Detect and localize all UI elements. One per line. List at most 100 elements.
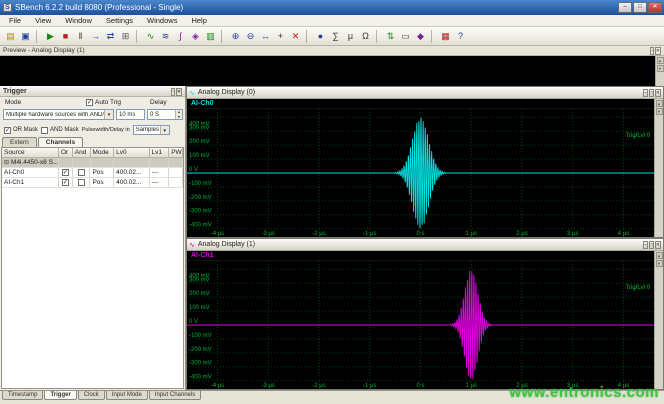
loop-run-icon[interactable]: ⇄ <box>103 29 118 44</box>
analog-display-1-scrollbar[interactable]: ▲▼ <box>654 251 663 389</box>
single-run-icon[interactable]: → <box>88 29 103 44</box>
trigger-panel-float-button[interactable]: ▫ <box>171 88 175 96</box>
display-0-close-button[interactable]: ✕ <box>655 89 661 97</box>
tab-channels[interactable]: Channels <box>38 137 83 147</box>
display-0-scroll-down-button[interactable]: ▼ <box>656 108 663 115</box>
help-icon[interactable]: ? <box>453 29 468 44</box>
lv1-cell[interactable]: --- <box>150 168 170 177</box>
start-acquisition-icon[interactable]: ▶ <box>43 29 58 44</box>
histogram-display-icon[interactable]: ▥ <box>203 29 218 44</box>
table-row[interactable]: AI-Ch0✓Pos400.02...--- <box>2 168 183 178</box>
tab-extern[interactable]: Extern <box>2 137 37 147</box>
menu-item-file[interactable]: File <box>2 16 28 25</box>
menu-item-window[interactable]: Window <box>58 16 99 25</box>
settings-icon[interactable]: ◆ <box>413 29 428 44</box>
xy-display-icon[interactable]: ◈ <box>188 29 203 44</box>
preview-scroll-down-button[interactable]: ▼ <box>657 65 664 72</box>
export-data-icon[interactable]: ⇅ <box>383 29 398 44</box>
or-checkbox[interactable]: ✓ <box>62 179 69 186</box>
calculation-icon[interactable]: ∑ <box>328 29 343 44</box>
menu-item-help[interactable]: Help <box>184 16 213 25</box>
spectrum-display-icon[interactable]: ∫ <box>173 29 188 44</box>
filter-calc-icon[interactable]: Ω <box>358 29 373 44</box>
trigger-panel-caption[interactable]: Trigger ▫✕ <box>0 86 185 97</box>
pause-acquisition-icon[interactable]: ‖ <box>73 29 88 44</box>
trigger-panel-close-button[interactable]: ✕ <box>176 88 182 96</box>
open-file-icon[interactable]: ▤ <box>3 29 18 44</box>
close-button[interactable]: ✕ <box>648 2 662 13</box>
pw-cell[interactable] <box>169 178 183 187</box>
bottom-tab-input-mode[interactable]: Input Mode <box>106 391 148 400</box>
mode-cell[interactable]: Pos <box>90 178 114 187</box>
spin-down-icon[interactable]: ▼ <box>176 115 182 120</box>
print-icon[interactable]: ▭ <box>398 29 413 44</box>
and-checkbox[interactable] <box>78 169 85 176</box>
hardware-setup-icon[interactable]: ⊞ <box>118 29 133 44</box>
stop-acquisition-icon[interactable]: ■ <box>58 29 73 44</box>
display-1-close-button[interactable]: ✕ <box>655 241 661 249</box>
waveform-canvas-0[interactable]: 400 mV300 mV200 mV100 mV0 V-100 mV-200 m… <box>187 109 654 237</box>
auto-trig-checkbox[interactable]: ✓ <box>86 99 93 106</box>
bottom-tab-timestamp[interactable]: Timestamp <box>2 391 43 400</box>
pw-cell[interactable] <box>169 168 183 177</box>
zoom-fit-icon[interactable]: ↔ <box>258 29 273 44</box>
analog-display-0-plot[interactable]: 400 mV300 mV200 mV100 mV0 V-100 mV-200 m… <box>187 109 654 237</box>
lv0-cell[interactable]: 400.02... <box>114 168 149 177</box>
analog-display-1-plot[interactable]: 400 mV300 mV200 mV100 mV0 V-100 mV-200 m… <box>187 261 654 389</box>
analog-display-0-titlebar[interactable]: ∿ Analog Display (0) –□✕ <box>187 87 663 99</box>
trigger-mode-select[interactable]: Multiple hardware sources with AND/OR ▼ <box>3 109 114 120</box>
mode-cell[interactable]: Pos <box>90 168 114 177</box>
auto-trig-timeout-field[interactable]: 10 ms <box>116 109 145 120</box>
display-0-maximize-button[interactable]: □ <box>649 89 654 97</box>
chevron-down-icon[interactable]: ▼ <box>104 110 113 119</box>
info-view-icon[interactable]: ● <box>313 29 328 44</box>
toolbar-separator <box>136 30 141 43</box>
bottom-tab-trigger[interactable]: Trigger <box>44 391 76 400</box>
lv1-cell[interactable]: --- <box>150 178 170 187</box>
zoom-out-icon[interactable]: ⊖ <box>243 29 258 44</box>
axis-tick-label: 2 µs <box>516 231 527 237</box>
or-mask-checkbox[interactable]: ✓ <box>4 127 11 134</box>
or-checkbox[interactable]: ✓ <box>62 169 69 176</box>
waveform-canvas-1[interactable]: 400 mV300 mV200 mV100 mV0 V-100 mV-200 m… <box>187 261 654 389</box>
cursor-tool-icon[interactable]: + <box>273 29 288 44</box>
analog-display-1-titlebar[interactable]: ∿ Analog Display (1) –□✕ <box>187 239 663 251</box>
trigger-delay-field[interactable]: 0 S ▲ ▼ <box>147 109 183 120</box>
bottom-tab-clock[interactable]: Clock <box>78 391 105 400</box>
preview-close-button[interactable]: ✕ <box>655 47 661 55</box>
display-1-minimize-button[interactable]: – <box>643 241 648 249</box>
average-calc-icon[interactable]: μ <box>343 29 358 44</box>
display-0-scroll-up-button[interactable]: ▲ <box>656 100 663 107</box>
preview-scrollbar[interactable]: ▲▼ <box>655 56 664 86</box>
minimize-button[interactable]: – <box>618 2 632 13</box>
display-1-scroll-up-button[interactable]: ▲ <box>656 252 663 259</box>
tree-collapse-icon[interactable]: ⊟ <box>4 159 9 166</box>
display-1-maximize-button[interactable]: □ <box>649 241 654 249</box>
and-checkbox[interactable] <box>78 179 85 186</box>
chevron-down-icon[interactable]: ▼ <box>160 126 169 134</box>
memory-setup-icon[interactable]: ▦ <box>438 29 453 44</box>
lv0-cell[interactable]: 400.02... <box>114 178 149 187</box>
menu-item-view[interactable]: View <box>28 16 58 25</box>
preview-scroll-up-button[interactable]: ▲ <box>657 57 664 64</box>
zoom-in-icon[interactable]: ⊕ <box>228 29 243 44</box>
table-row[interactable]: AI-Ch1✓Pos400.02...--- <box>2 178 183 188</box>
preview-float-button[interactable]: ▫ <box>650 47 654 55</box>
and-mask-checkbox[interactable] <box>41 127 48 134</box>
display-0-minimize-button[interactable]: – <box>643 89 648 97</box>
pulsewidth-unit-select[interactable]: Samples ▼ <box>133 125 170 135</box>
save-file-icon[interactable]: ▣ <box>18 29 33 44</box>
delay-spinner[interactable]: ▲ ▼ <box>175 110 182 119</box>
menu-item-settings[interactable]: Settings <box>99 16 140 25</box>
digital-display-icon[interactable]: ≋ <box>158 29 173 44</box>
preview-strip[interactable] <box>0 56 655 86</box>
bottom-tab-input-channels[interactable]: Input Channels <box>149 391 201 400</box>
maximize-button[interactable]: □ <box>633 2 647 13</box>
display-1-scroll-down-button[interactable]: ▼ <box>656 260 663 267</box>
menu-item-windows[interactable]: Windows <box>140 16 184 25</box>
close-all-displays-icon[interactable]: ✕ <box>288 29 303 44</box>
table-group-row[interactable]: ⊟M4i.4450-x8 S... <box>2 158 183 168</box>
analog-display-icon[interactable]: ∿ <box>143 29 158 44</box>
titlebar[interactable]: S SBench 6.2.2 build 8080 (Professional … <box>0 0 664 15</box>
analog-display-0-scrollbar[interactable]: ▲▼ <box>654 99 663 237</box>
